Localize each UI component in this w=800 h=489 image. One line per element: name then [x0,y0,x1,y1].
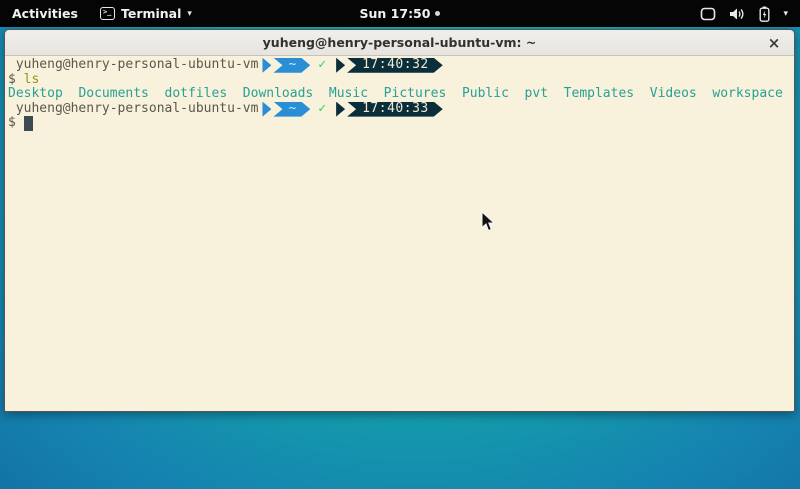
directory-name: Desktop [8,87,63,102]
battery-charging-icon [759,6,770,22]
app-menu-terminal[interactable]: >_ Terminal ▾ [90,0,202,27]
directory-name: Music [329,87,368,102]
prompt-line-2: yuheng@henry-personal-ubuntu-vm ~ ✓ 17:4… [8,102,791,117]
directory-name: Downloads [243,87,313,102]
window-titlebar[interactable]: yuheng@henry-personal-ubuntu-vm: ~ × [5,30,794,56]
powerline-arrow-icon [262,58,271,73]
powerline-time-segment: 17:40:33 [336,102,443,117]
close-button[interactable]: × [764,33,784,53]
input-line[interactable]: $ [8,116,791,131]
powerline-arrow-icon [336,102,345,117]
prompt-symbol: $ [8,116,16,131]
powerline-arrow-icon [262,102,271,117]
directory-name: Templates [564,87,634,102]
prompt-line-1: yuheng@henry-personal-ubuntu-vm ~ ✓ 17:4… [8,58,791,73]
terminal-icon: >_ [100,7,115,20]
top-bar: Activities >_ Terminal ▾ Sun 17:50 ▾ [0,0,800,27]
check-icon: ✓ [318,102,326,117]
command-line: $ ls [8,73,791,88]
directory-name: pvt [525,87,548,102]
window-title: yuheng@henry-personal-ubuntu-vm: ~ [5,35,794,50]
activities-button[interactable]: Activities [0,0,90,27]
prompt-path: ~ [273,102,310,117]
powerline-path-segment: ~ [262,102,310,117]
prompt-hostname: yuheng@henry-personal-ubuntu-vm [16,102,259,117]
terminal-content[interactable]: yuheng@henry-personal-ubuntu-vm ~ ✓ 17:4… [5,56,794,411]
clock-button[interactable]: Sun 17:50 [360,6,431,21]
text-cursor [24,116,33,131]
check-icon: ✓ [318,58,326,73]
notification-dot-icon [435,11,440,16]
powerline-time-segment: 17:40:32 [336,58,443,73]
directory-name: Public [462,87,509,102]
prompt-time: 17:40:32 [347,58,443,73]
directory-name: Pictures [384,87,447,102]
powerline-arrow-icon [336,58,345,73]
directory-name: workspace [712,87,782,102]
directory-name: Videos [650,87,697,102]
prompt-path: ~ [273,58,310,73]
topbar-left: Activities >_ Terminal ▾ [0,0,202,27]
command-text: ls [24,73,40,88]
prompt-hostname: yuheng@henry-personal-ubuntu-vm [16,58,259,73]
chevron-down-icon: ▾ [783,9,788,19]
directory-name: Documents [78,87,148,102]
system-status-menu[interactable]: ▾ [688,0,800,27]
activities-label: Activities [12,6,78,21]
chevron-down-icon: ▾ [187,9,192,19]
terminal-window: yuheng@henry-personal-ubuntu-vm: ~ × yuh… [4,29,795,412]
display-icon [700,7,716,21]
app-menu-label: Terminal [121,6,181,21]
directory-name: dotfiles [165,87,228,102]
volume-icon [729,7,746,21]
ls-output-line: Desktop Documents dotfiles Downloads Music Pi… [8,87,791,102]
powerline-path-segment: ~ [262,58,310,73]
prompt-time: 17:40:33 [347,102,443,117]
prompt-symbol: $ [8,73,16,88]
